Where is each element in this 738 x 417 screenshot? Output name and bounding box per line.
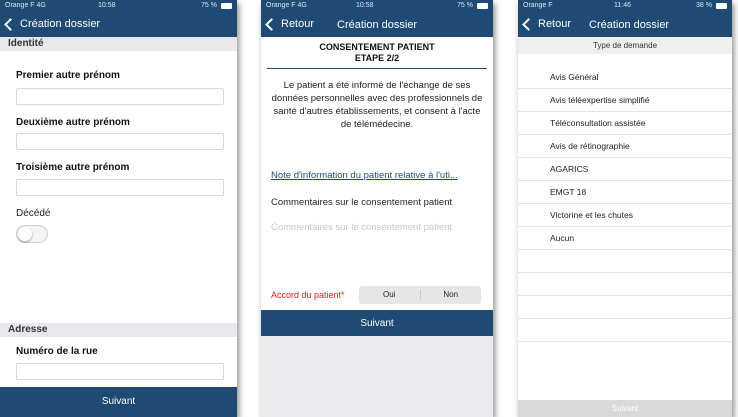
battery-label: 38 %	[696, 2, 712, 9]
numero-rue-label: Numéro de la rue	[16, 346, 98, 357]
premier-prenom-label: Premier autre prénom	[16, 70, 120, 81]
status-bar: Orange F 4G 10:58 75 %	[0, 0, 237, 13]
accord-patient-label: Accord du patient*	[271, 290, 345, 300]
comments-label: Commentaires sur le consentement patient	[271, 197, 453, 208]
list-item[interactable]: Victorine et les chutes	[518, 204, 732, 227]
battery-icon	[221, 3, 232, 9]
nav-title: Création dossier	[20, 18, 101, 30]
list-item-label: Téléconsultation assistée	[550, 118, 646, 128]
carrier-label: Orange F 4G	[266, 2, 307, 9]
clock-label: 10:58	[98, 2, 116, 9]
list-item-label: Avis de rétinographie	[550, 141, 630, 151]
back-button[interactable]: Retour	[265, 17, 315, 31]
list-item[interactable]: Avis Général	[518, 66, 732, 89]
list-item[interactable]: Aucun	[518, 227, 732, 250]
decede-toggle[interactable]	[16, 225, 48, 243]
list-item[interactable]: Avis de rétinographie	[518, 135, 732, 158]
battery-icon	[716, 3, 727, 9]
consent-heading: CONSENTEMENT PATIENT ETAPE 2/2	[261, 42, 493, 64]
list-item-label: Avis Général	[550, 72, 599, 82]
back-button[interactable]: Création dossier	[4, 17, 101, 31]
premier-prenom-input[interactable]	[16, 88, 224, 105]
consent-heading-line1: CONSENTEMENT PATIENT	[319, 42, 435, 52]
section-header-adresse: Adresse	[0, 323, 237, 337]
consent-text: Le patient a été informé de l'échange de…	[271, 80, 483, 130]
list-item[interactable]: EMGT 18	[518, 181, 732, 204]
status-bar: Orange F 4G 10:58 75 %	[261, 0, 493, 13]
chevron-left-icon	[265, 17, 278, 31]
empty-row	[518, 296, 732, 319]
nav-title: Création dossier	[337, 19, 418, 31]
troisieme-prenom-input[interactable]	[16, 179, 224, 196]
deuxieme-prenom-label: Deuxième autre prénom	[16, 117, 130, 128]
carrier-label: Orange F 4G	[5, 2, 46, 9]
list-item-label: AGARICS	[550, 164, 589, 174]
battery-label: 75 %	[457, 2, 473, 9]
list-item-label: Victorine et les chutes	[550, 210, 633, 220]
toggle-knob	[18, 227, 32, 241]
back-label: Retour	[538, 18, 572, 30]
list-header: Type de demande	[518, 37, 732, 54]
suivant-button[interactable]: Suivant	[0, 387, 237, 417]
list-item-label: Aucun	[550, 233, 575, 243]
empty-row	[518, 273, 732, 296]
suivant-button-disabled[interactable]: Suivant	[518, 400, 732, 417]
list-item[interactable]: AGARICS	[518, 158, 732, 181]
clock-label: 10:58	[356, 2, 374, 9]
nav-title: Création dossier	[589, 19, 670, 31]
decede-label: Décédé	[16, 208, 51, 219]
accord-segmented-control: Oui Non	[359, 286, 481, 304]
consent-heading-line2: ETAPE 2/2	[354, 53, 400, 63]
oui-option[interactable]: Oui	[359, 286, 420, 304]
clock-label: 11:46	[614, 2, 631, 9]
empty-row	[518, 250, 732, 273]
chevron-left-icon	[522, 17, 535, 31]
suivant-button[interactable]: Suivant	[261, 310, 493, 337]
comments-input[interactable]: Commentaires sur le consentement patient	[271, 222, 452, 233]
non-option[interactable]: Non	[421, 286, 482, 304]
list-item[interactable]: Avis téléexpertise simplifié	[518, 89, 732, 112]
list-item-label: Avis téléexpertise simplifié	[550, 95, 650, 105]
info-note-link[interactable]: Note d'information du patient relative à…	[271, 170, 485, 181]
battery-icon	[477, 3, 488, 9]
list-item[interactable]: Téléconsultation assistée	[518, 112, 732, 135]
deuxieme-prenom-input[interactable]	[16, 133, 224, 150]
back-button[interactable]: Retour	[522, 17, 572, 31]
troisieme-prenom-label: Troisième autre prénom	[16, 162, 130, 173]
battery-label: 75 %	[201, 2, 217, 9]
phone-screen-type-demande: Orange F 11:46 38 % Retour Création doss…	[518, 0, 732, 417]
section-header-identite: Identité	[0, 37, 237, 51]
nav-bar: Création dossier	[0, 13, 237, 37]
chevron-left-icon	[4, 17, 17, 31]
nav-bar: Retour Création dossier	[261, 13, 493, 37]
status-bar: Orange F 11:46 38 %	[518, 0, 732, 13]
empty-background	[261, 336, 493, 417]
phone-screen-identite: Orange F 4G 10:58 75 % Création dossier …	[0, 0, 237, 417]
phone-screen-consentement: Orange F 4G 10:58 75 % Retour Création d…	[261, 0, 493, 417]
back-label: Retour	[281, 18, 315, 30]
nav-bar: Retour Création dossier	[518, 13, 732, 37]
empty-row	[518, 319, 732, 342]
list-item-label: EMGT 18	[550, 187, 587, 197]
carrier-label: Orange F	[523, 2, 553, 9]
numero-rue-input[interactable]	[16, 363, 224, 380]
